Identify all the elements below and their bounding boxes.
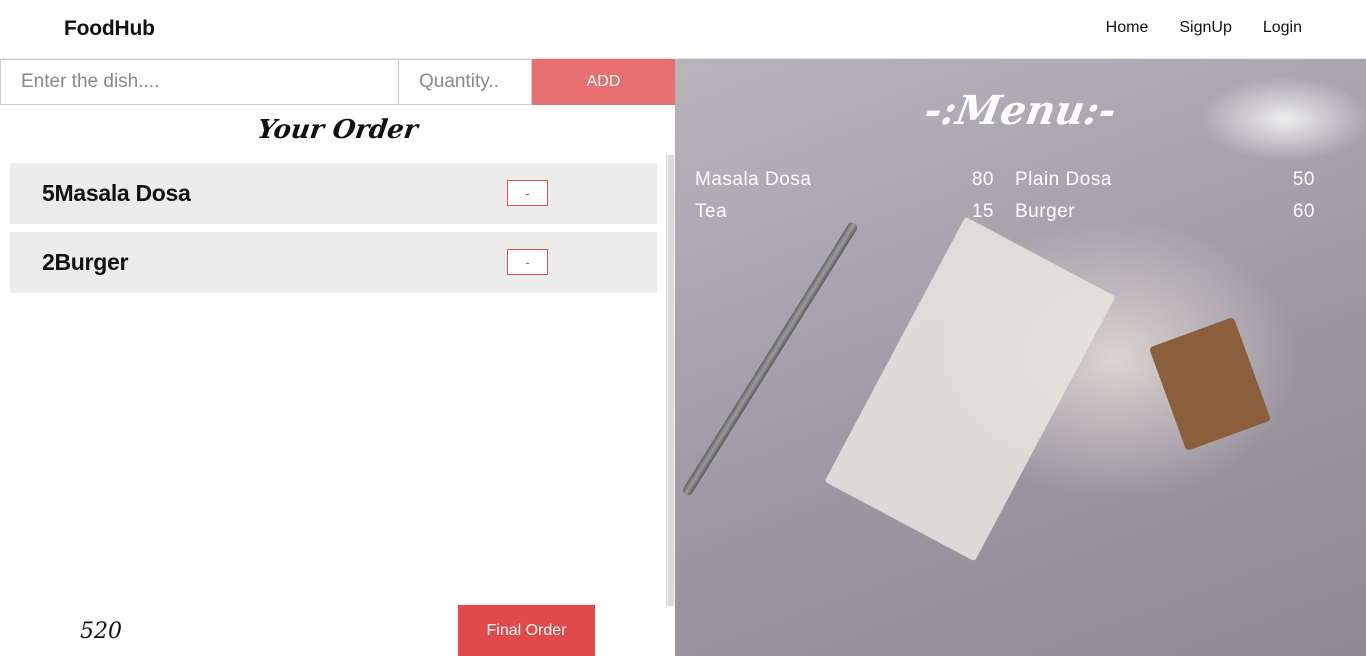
order-title: Your Order bbox=[255, 115, 420, 145]
add-button[interactable]: ADD bbox=[532, 59, 675, 105]
remove-item-button[interactable]: - bbox=[507, 180, 548, 206]
menu-item: Plain Dosa 50 bbox=[1015, 169, 1315, 201]
menu-item-price: 80 bbox=[971, 169, 994, 190]
menu-item: Tea 15 bbox=[695, 201, 1015, 233]
menu-item-price: 60 bbox=[1292, 201, 1315, 222]
menu-item-price: 50 bbox=[1292, 169, 1315, 190]
menu-row: Tea 15 Burger 60 bbox=[695, 201, 1315, 233]
menu-title: -:Menu:- bbox=[921, 87, 1120, 134]
menu-item-price: 15 bbox=[971, 201, 994, 222]
dish-input[interactable] bbox=[0, 59, 398, 105]
remove-item-button[interactable]: - bbox=[507, 249, 548, 275]
order-total: 520 bbox=[80, 619, 122, 644]
navbar: FoodHub Home SignUp Login bbox=[0, 0, 1366, 59]
brand-logo[interactable]: FoodHub bbox=[64, 17, 155, 41]
nav-home-link[interactable]: Home bbox=[1106, 19, 1149, 37]
nav-login-link[interactable]: Login bbox=[1263, 19, 1302, 37]
menu-item-name: Tea bbox=[695, 201, 728, 222]
nav-signup-link[interactable]: SignUp bbox=[1179, 19, 1231, 37]
fork-image-decoration bbox=[680, 220, 860, 498]
scrollbar-thumb[interactable] bbox=[668, 155, 674, 606]
final-order-button[interactable]: Final Order bbox=[458, 605, 595, 656]
menu-row: Masala Dosa 80 Plain Dosa 50 bbox=[695, 169, 1315, 201]
order-list: 5Masala Dosa - 2Burger - bbox=[10, 163, 657, 301]
order-item: 5Masala Dosa - bbox=[10, 163, 657, 224]
menu-panel: -:Menu:- Masala Dosa 80 Plain Dosa 50 Te… bbox=[675, 59, 1366, 656]
menu-card-image-decoration bbox=[824, 216, 1116, 562]
menu-item-name: Masala Dosa bbox=[695, 169, 812, 190]
nav-links: Home SignUp Login bbox=[1075, 19, 1302, 37]
menu-item-name: Plain Dosa bbox=[1015, 169, 1112, 190]
order-item-name: 2Burger bbox=[42, 249, 129, 275]
menu-item: Masala Dosa 80 bbox=[695, 169, 1015, 201]
tag-image-decoration bbox=[1148, 316, 1272, 452]
order-item-name: 5Masala Dosa bbox=[42, 180, 191, 206]
menu-item-name: Burger bbox=[1015, 201, 1076, 222]
quantity-input[interactable] bbox=[398, 59, 532, 105]
order-item: 2Burger - bbox=[10, 232, 657, 293]
order-scrollbar[interactable] bbox=[666, 155, 675, 606]
add-dish-form: ADD bbox=[0, 59, 675, 105]
order-panel: ADD Your Order 5Masala Dosa - 2Burger - … bbox=[0, 59, 675, 656]
menu-grid: Masala Dosa 80 Plain Dosa 50 Tea 15 Burg… bbox=[695, 169, 1315, 233]
menu-item: Burger 60 bbox=[1015, 201, 1315, 233]
